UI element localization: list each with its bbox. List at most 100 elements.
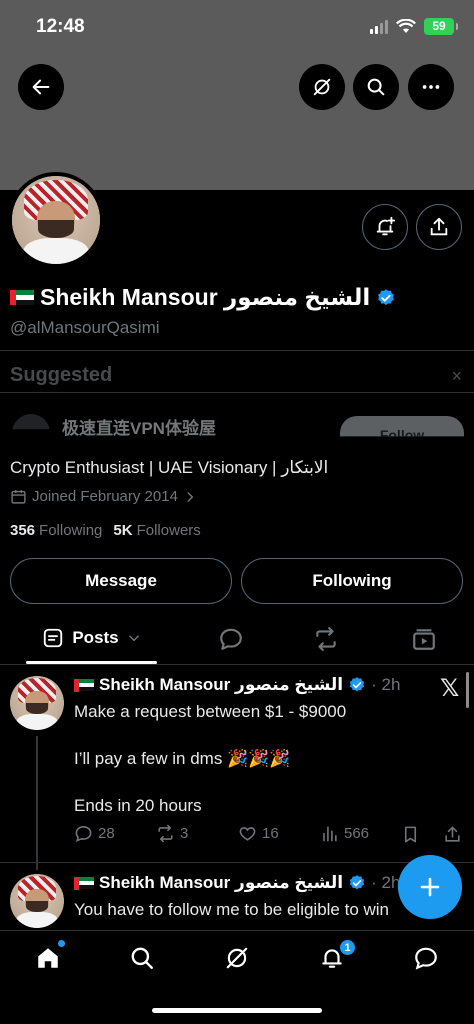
tweet-author[interactable]: Sheikh Mansour الشيخ منصور (99, 873, 343, 893)
display-name: Sheikh Mansour الشيخ منصور (40, 284, 371, 310)
notify-subscribe-button[interactable] (362, 204, 408, 250)
grok-button[interactable] (299, 64, 345, 110)
nav-home[interactable] (33, 940, 65, 973)
tab-replies-icon[interactable] (218, 626, 244, 652)
joined-date: Joined February 2014 (10, 488, 197, 505)
search-icon (367, 78, 385, 96)
followers-label: Followers (136, 522, 201, 539)
like-button[interactable]: 16 (238, 824, 279, 843)
messages-icon (415, 947, 437, 970)
nav-search[interactable] (127, 943, 157, 973)
tab-media-icon[interactable] (411, 626, 437, 652)
tweet-time: · 2h (371, 675, 401, 694)
cellular-signal-icon (370, 19, 388, 34)
repost-icon (158, 824, 173, 843)
chevron-right-icon[interactable] (183, 490, 197, 504)
nav-grok[interactable] (222, 943, 252, 973)
tweet-text-line: Make a request between $1 - $9000 (74, 702, 347, 721)
profile-tabs: Posts (0, 612, 474, 664)
uae-flag-icon (10, 290, 34, 305)
profile-bio: Crypto Enthusiast | UAE Visionary | الاب… (10, 458, 329, 477)
notifications-badge: 1 (339, 939, 356, 956)
status-time: 12:48 (36, 16, 85, 37)
repost-button[interactable]: 3 (156, 824, 188, 843)
message-button[interactable]: Message (10, 558, 232, 604)
suggested-title: Suggested (10, 364, 113, 386)
tweet-time: · 2h (371, 873, 401, 892)
avatar-photo (12, 176, 100, 264)
following-stat[interactable]: 356 Following (10, 522, 102, 539)
more-options-button[interactable] (408, 64, 454, 110)
bookmark-icon[interactable] (401, 825, 420, 844)
close-icon[interactable]: × (451, 366, 462, 387)
search-button[interactable] (353, 64, 399, 110)
x-logo-icon: 𝕏 (440, 675, 460, 702)
home-icon (38, 948, 58, 968)
tweet-header: Sheikh Mansour الشيخ منصور · 2h (74, 873, 400, 893)
bell-plus-icon (376, 216, 396, 236)
suggested-account-name[interactable]: 极速直连VPN体验屋 (62, 414, 216, 439)
divider (0, 862, 474, 863)
share-icon (430, 217, 448, 236)
views-chart-icon (323, 826, 337, 842)
profile-banner (0, 56, 474, 190)
following-count: 356 (10, 522, 36, 539)
verified-badge-icon (350, 677, 365, 692)
verified-badge-icon (378, 288, 395, 305)
tab-reposts-icon[interactable] (313, 626, 339, 652)
nav-messages[interactable] (411, 943, 441, 973)
status-bar: 12:48 59 (0, 0, 474, 56)
battery-indicator: 59 (424, 18, 458, 35)
like-count: 16 (262, 825, 279, 842)
tweet-author[interactable]: Sheikh Mansour الشيخ منصور (99, 675, 343, 695)
grok-icon (226, 947, 248, 969)
posts-icon (44, 628, 63, 648)
follow-stats: 356 Following 5K Followers (10, 522, 201, 539)
search-icon (131, 947, 153, 969)
wifi-icon (396, 19, 416, 33)
suggested-follow-button[interactable]: Follow (340, 416, 464, 437)
back-arrow-icon (32, 79, 50, 95)
divider (0, 350, 474, 351)
heart-icon (239, 827, 256, 841)
tweet-avatar[interactable] (10, 676, 64, 730)
uae-flag-icon (74, 876, 94, 890)
plus-icon (420, 877, 440, 897)
following-label: Following (39, 522, 103, 539)
followers-count: 5K (113, 522, 133, 539)
calendar-icon (11, 490, 26, 504)
share-icon[interactable] (443, 825, 462, 844)
home-unread-dot (58, 940, 65, 947)
tweet-text-line: I’ll pay a few in dms 🎉🎉🎉 (74, 749, 291, 768)
tweet-header: Sheikh Mansour الشيخ منصور · 2h (74, 675, 400, 695)
compose-button[interactable] (398, 855, 462, 919)
verified-badge-icon (350, 875, 365, 890)
scrollbar[interactable] (466, 672, 469, 708)
joined-text: Joined February 2014 (32, 488, 178, 505)
tab-posts[interactable]: Posts (26, 612, 157, 664)
more-dots-icon (422, 85, 440, 89)
thread-line (36, 736, 38, 870)
profile-avatar[interactable] (8, 172, 104, 268)
following-button[interactable]: Following (241, 558, 463, 604)
reply-count: 28 (98, 825, 115, 842)
tweet-text-line: Ends in 20 hours (74, 796, 202, 815)
tab-posts-label: Posts (72, 628, 119, 647)
back-button[interactable] (18, 64, 64, 110)
nav-notifications[interactable]: 1 (317, 939, 356, 973)
grok-icon (313, 78, 331, 96)
display-name-row: Sheikh Mansour الشيخ منصور (10, 284, 396, 311)
followers-stat[interactable]: 5K Followers (113, 522, 200, 539)
profile-handle: @alMansourQasimi (10, 318, 160, 337)
tweet-text-line: You have to follow me to be eligible to … (74, 900, 390, 919)
divider (0, 392, 474, 393)
reply-button[interactable]: 28 (74, 824, 115, 843)
reply-icon (75, 825, 92, 842)
repost-count: 3 (180, 825, 189, 842)
uae-flag-icon (74, 678, 94, 692)
share-button[interactable] (416, 204, 462, 250)
views-button[interactable]: 566 (320, 824, 369, 843)
tweet-avatar[interactable] (10, 874, 64, 928)
divider (0, 664, 474, 665)
suggested-account-avatar[interactable] (12, 414, 50, 430)
